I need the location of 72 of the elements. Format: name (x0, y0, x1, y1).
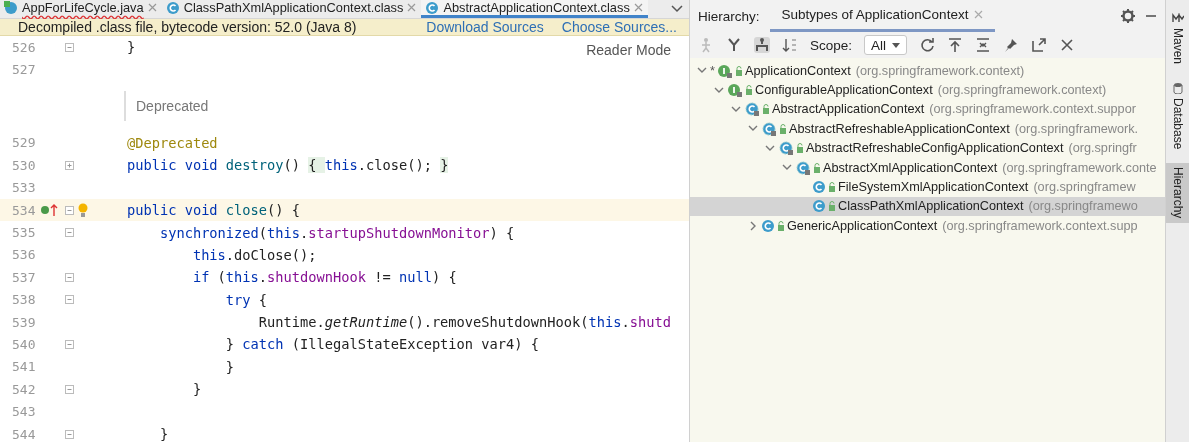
editor-tab[interactable]: AppForLifeCycle.java (0, 0, 162, 18)
code-line: } (191, 381, 202, 398)
line-number: 541 (11, 359, 37, 375)
class-name: ClassPathXmlApplicationContext (838, 199, 1024, 214)
package-name: (org.springfr (1068, 141, 1137, 156)
scope-dropdown[interactable]: All (864, 35, 908, 55)
line-number: 544 (11, 426, 37, 442)
class-name: GenericApplicationContext (787, 218, 938, 233)
package-name: (org.springframework.context.supp (942, 218, 1138, 233)
line-number: 540 (11, 337, 37, 352)
package-name: (org.springframew (1033, 180, 1136, 195)
class-name: AbstractXmlApplicationContext (823, 160, 998, 175)
code-line: try { (224, 291, 268, 308)
line-number: 534 (11, 202, 37, 218)
package-name: (org.springframework.context) (855, 63, 1025, 78)
tree-item[interactable]: AbstractXmlApplicationContext (org.springframework.conte (690, 157, 1165, 178)
class-name: AbstractRefreshableApplicationContext (789, 121, 1010, 136)
code-line: } (125, 39, 136, 56)
editor-tab[interactable]: AbstractApplicationContext.class (421, 0, 648, 18)
panel-title: Hierarchy: (698, 8, 760, 24)
reader-mode-link[interactable]: Reader Mode (586, 42, 671, 58)
code-line: } catch (IllegalStateException var4) { (224, 336, 539, 353)
marker: * (710, 63, 715, 78)
class-name: ConfigurableApplicationContext (755, 83, 933, 98)
banner-link[interactable]: Download Sources (426, 19, 544, 35)
class-name: FileSystemXmlApplicationContext (838, 180, 1029, 195)
class-name: AbstractApplicationContext (772, 102, 925, 117)
line-number: 536 (11, 247, 37, 263)
package-name: (org.springframework.context.suppor (929, 102, 1136, 117)
line-number: 535 (11, 225, 37, 241)
code-line: this.doClose(); (191, 246, 317, 263)
banner-message: Decompiled .class file, bytecode version: 52.0 (Java 8) (18, 19, 358, 35)
code-line: synchronized(this.startupShutdownMonitor) { (158, 224, 515, 241)
scope-label: Scope: (810, 37, 853, 53)
code-line: Runtime.getRuntime().removeShutdownHook(this.shutd (257, 314, 671, 331)
tree-item[interactable]: ConfigurableApplicationContext (org.springframework.context) (690, 80, 1165, 100)
line-number: 530 (11, 157, 37, 173)
package-name: (org.springframework.conte (1002, 160, 1157, 175)
editor-tab[interactable]: ClassPathXmlApplicationContext.class (161, 0, 422, 18)
code-line: public void destroy() { this.close(); } (125, 157, 449, 174)
tree-item[interactable]: GenericApplicationContext (org.springframework.context.supp (690, 216, 1165, 236)
tree-item[interactable]: AbstractRefreshableApplicationContext (org.springframework. (690, 119, 1165, 139)
line-number: 533 (11, 180, 37, 196)
tree-item[interactable]: AbstractRefreshableConfigApplicationContext (org.springfr (690, 138, 1165, 158)
class-name: AbstractRefreshableConfigApplicationContext (806, 141, 1064, 156)
line-number: 543 (11, 404, 37, 420)
line-number: 539 (11, 314, 37, 330)
doc-comment: Deprecated (124, 91, 209, 122)
code-line: public void close() { (125, 202, 301, 219)
line-number: 537 (11, 269, 37, 285)
tool-window-button[interactable]: Maven (1165, 8, 1189, 69)
line-number: 542 (11, 381, 37, 397)
hierarchy-tab[interactable]: Subtypes of ApplicationContext (769, 0, 996, 32)
line-number: 538 (11, 292, 37, 308)
line-number: 529 (11, 135, 37, 151)
banner-link[interactable]: Choose Sources... (561, 19, 677, 35)
tree-item[interactable]: AbstractApplicationContext (org.springframework.context.suppor (690, 99, 1165, 120)
package-name: (org.springframewo (1028, 199, 1138, 214)
line-number: 527 (11, 62, 37, 78)
tree-item[interactable]: FileSystemXmlApplicationContext (org.springframew (690, 177, 1165, 197)
class-name: ApplicationContext (744, 63, 851, 78)
code-line: } (158, 426, 169, 442)
code-line: if (this.shutdownHook != null) { (191, 269, 457, 286)
code-line: } (224, 358, 235, 375)
package-name: (org.springframework. (1014, 121, 1139, 136)
line-number: 526 (11, 39, 37, 55)
tree-item[interactable]: ClassPathXmlApplicationContext (org.springframewo (690, 196, 1165, 217)
tool-window-button[interactable]: Hierarchy (1165, 163, 1189, 223)
tree-item[interactable]: * ApplicationContext (org.springframework.context) (690, 61, 1165, 81)
tool-window-button[interactable]: Database (1165, 78, 1189, 154)
package-name: (org.springframework.context) (937, 83, 1107, 98)
code-line: @Deprecated (125, 134, 218, 151)
